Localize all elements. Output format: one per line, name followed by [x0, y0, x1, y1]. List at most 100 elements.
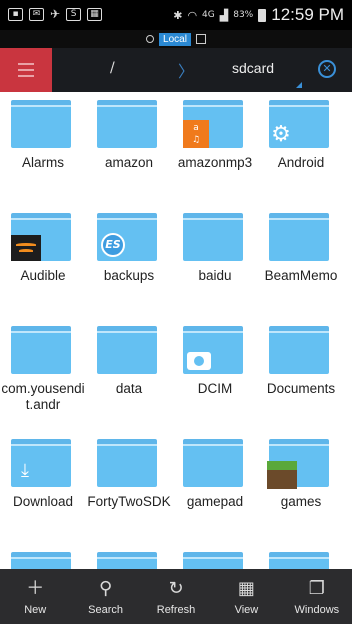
folder-icon: a ♫	[183, 100, 243, 148]
folder-item[interactable]: ES backups	[86, 205, 172, 315]
refresh-label: Refresh	[156, 603, 196, 616]
folder-item[interactable]: amazon	[86, 92, 172, 202]
search-button[interactable]: ⚲ Search	[70, 569, 140, 624]
gear-icon: ⚙	[271, 122, 291, 147]
network-type: 4G	[202, 10, 215, 20]
folder-label: amazonmp3	[177, 155, 253, 170]
pin-notification-icon: ✈	[50, 7, 61, 21]
folder-icon	[11, 213, 71, 261]
folder-item[interactable]: DCIM	[172, 318, 258, 428]
folder-icon	[183, 213, 243, 261]
local-chip[interactable]: Local	[159, 32, 191, 46]
close-path-icon[interactable]: ✕	[318, 60, 336, 78]
image-notification-icon: ▪	[8, 7, 23, 21]
folder-item[interactable]: gamepad	[172, 431, 258, 541]
folder-icon	[97, 552, 157, 569]
folder-item-partial[interactable]	[86, 544, 172, 569]
download-icon: ⤓	[21, 460, 29, 481]
folder-label: games	[280, 494, 322, 509]
folder-item-partial[interactable]	[172, 544, 258, 569]
search-label: Search	[88, 603, 124, 616]
system-indicators: ✱ ◠ 4G ▟ 83% 12:59 PM	[173, 5, 344, 25]
folder-icon: ⚙	[269, 100, 329, 148]
folder-label: BeamMemo	[264, 268, 338, 283]
clock: 12:59 PM	[271, 5, 344, 24]
breadcrumb-root[interactable]: /	[110, 60, 115, 76]
folder-label: gamepad	[186, 494, 244, 509]
dropdown-corner-icon[interactable]	[296, 82, 302, 88]
location-indicator: Local	[0, 30, 352, 48]
folder-grid: Alarms amazon a ♫ amazonmp3 ⚙ Android Audible ES…	[0, 92, 352, 569]
new-button[interactable]: ＋ New	[0, 569, 70, 624]
battery-icon	[258, 8, 267, 22]
folder-label: Audible	[20, 268, 66, 283]
folder-icon	[11, 326, 71, 374]
folder-label: Documents	[266, 381, 336, 396]
folder-icon	[269, 326, 329, 374]
folder-item[interactable]: a ♫ amazonmp3	[172, 92, 258, 202]
folder-label: amazon	[104, 155, 154, 170]
plus-icon: ＋	[26, 577, 45, 599]
folder-item[interactable]: ⤓ Download	[0, 431, 86, 541]
camera-icon	[187, 352, 211, 370]
folder-item[interactable]: FortyTwoSDK	[86, 431, 172, 541]
windows-button[interactable]: ❐ Windows	[282, 569, 352, 624]
bottom-action-bar: ＋ New ⚲ Search ↻ Refresh ▦ View ❐ Window…	[0, 569, 352, 624]
folder-icon	[183, 439, 243, 487]
breadcrumb-sdcard[interactable]: sdcard	[232, 60, 274, 76]
folder-label: baidu	[198, 268, 232, 283]
folder-label: Download	[12, 494, 74, 509]
grid-view-icon: ▦	[237, 577, 255, 599]
search-icon: ⚲	[99, 577, 113, 599]
folder-item[interactable]: baidu	[172, 205, 258, 315]
gallery-notification-icon: ▦	[87, 7, 103, 21]
new-label: New	[24, 603, 47, 616]
bluetooth-icon: ✱	[173, 8, 183, 22]
folder-icon	[97, 439, 157, 487]
menu-button[interactable]	[0, 48, 52, 92]
folder-item[interactable]: BeamMemo	[258, 205, 344, 315]
folder-label: FortyTwoSDK	[87, 494, 171, 509]
folder-item-partial[interactable]	[0, 544, 86, 569]
wifi-icon: ◠	[187, 8, 198, 22]
refresh-icon: ↻	[168, 577, 184, 599]
mail-notification-icon: ✉	[29, 7, 44, 21]
folder-icon	[97, 326, 157, 374]
folder-item[interactable]: data	[86, 318, 172, 428]
folder-icon	[11, 552, 71, 569]
amazon-mp3-icon: a ♫	[183, 120, 209, 148]
signal-icon: ▟	[219, 8, 229, 22]
folder-icon	[267, 439, 329, 489]
folder-icon	[269, 552, 329, 569]
network-window-icon[interactable]	[195, 34, 206, 44]
path-toolbar: / 〉 sdcard ✕	[0, 48, 352, 92]
folder-item[interactable]: Audible	[0, 205, 86, 315]
folder-item[interactable]: games	[258, 431, 344, 541]
windows-label: Windows	[294, 603, 340, 616]
view-button[interactable]: ▦ View	[211, 569, 281, 624]
audible-icon	[11, 235, 41, 261]
storage-circle-icon	[146, 35, 155, 43]
folder-item[interactable]: Documents	[258, 318, 344, 428]
folder-item-partial[interactable]	[258, 544, 344, 569]
folder-icon	[183, 552, 243, 569]
refresh-button[interactable]: ↻ Refresh	[141, 569, 211, 624]
windows-icon: ❐	[308, 577, 325, 599]
folder-item[interactable]: Alarms	[0, 92, 86, 202]
es-icon: ES	[101, 233, 125, 257]
folder-icon	[269, 213, 329, 261]
folder-icon: ⤓	[11, 439, 71, 487]
folder-icon	[183, 326, 243, 374]
battery-percent: 83%	[233, 10, 254, 20]
status-bar: ▪ ✉ ✈ S ▦ ✱ ◠ 4G ▟ 83% 12:59 PM	[0, 0, 352, 30]
folder-item[interactable]: ⚙ Android	[258, 92, 344, 202]
folder-item[interactable]: com.yousendit.andr	[0, 318, 86, 428]
s-notification-icon: S	[66, 7, 82, 21]
minecraft-icon	[267, 461, 297, 489]
folder-label: Alarms	[21, 155, 64, 170]
breadcrumb-separator-icon: 〉	[178, 62, 195, 81]
folder-label: DCIM	[197, 381, 233, 396]
folder-icon	[11, 100, 71, 148]
folder-label: data	[115, 381, 143, 396]
folder-label: Android	[277, 155, 325, 170]
